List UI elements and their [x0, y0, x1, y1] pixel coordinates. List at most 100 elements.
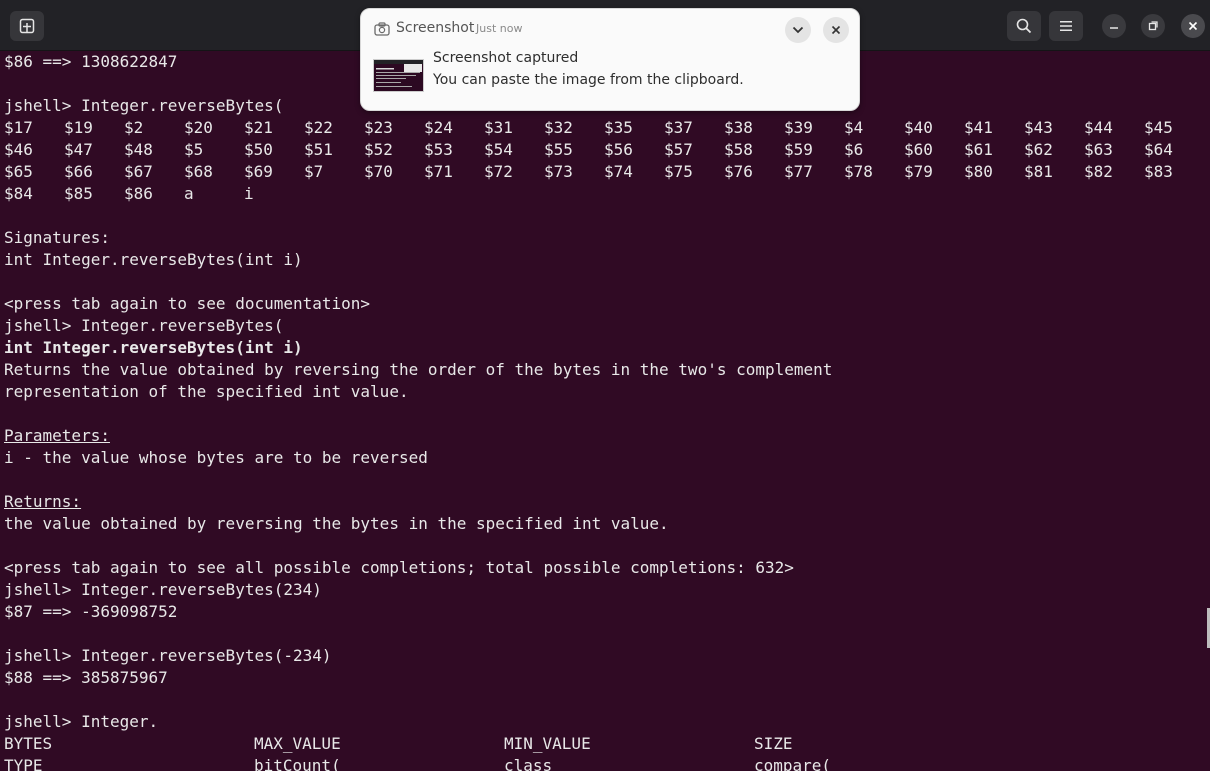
completion-item: $57: [664, 140, 693, 159]
completion-item: $67: [124, 162, 153, 181]
completion-item: $48: [124, 140, 153, 159]
notification-title: Screenshot captured: [433, 50, 579, 66]
completion-item: bitCount(: [254, 756, 341, 771]
completion-item: $63: [1084, 140, 1113, 159]
completion-item: a: [184, 184, 194, 203]
completion-item: $68: [184, 162, 213, 181]
completion-item: $43: [1024, 118, 1053, 137]
completion-item: $2: [124, 118, 144, 137]
completion-item: $44: [1084, 118, 1113, 137]
completion-item: compare(: [754, 756, 832, 771]
completion-item: $71: [424, 162, 453, 181]
completion-item: $40: [904, 118, 933, 137]
parameters-heading: Parameters:: [4, 426, 110, 445]
completion-item: $85: [64, 184, 93, 203]
completion-item: TYPE: [4, 756, 43, 771]
menu-button[interactable]: [1049, 11, 1083, 41]
completion-item: $62: [1024, 140, 1053, 159]
completion-item: $78: [844, 162, 873, 181]
completion-item: $21: [244, 118, 273, 137]
completion-item: $65: [4, 162, 33, 181]
notification-app-name: Screenshot: [396, 20, 475, 36]
hint-line: <press tab again to see documentation>: [4, 294, 371, 313]
completion-item: $17: [4, 118, 33, 137]
screenshot-notification[interactable]: Screenshot Just now Screenshot captured …: [360, 8, 860, 111]
completion-item: $75: [664, 162, 693, 181]
completion-item: $41: [964, 118, 993, 137]
completion-item: $6: [844, 140, 864, 159]
completion-item: $70: [364, 162, 393, 181]
completion-item: class: [504, 756, 553, 771]
completion-item: $86: [124, 184, 153, 203]
completion-item: $76: [724, 162, 753, 181]
completion-item: $54: [484, 140, 513, 159]
completion-item: $64: [1144, 140, 1173, 159]
completion-item: $37: [664, 118, 693, 137]
completion-item: i: [244, 184, 254, 203]
notification-body: You can paste the image from the clipboa…: [433, 72, 744, 88]
prompt-line: jshell> Integer.reverseBytes(: [4, 316, 284, 335]
completion-item: $82: [1084, 162, 1113, 181]
signatures-heading: Signatures:: [4, 228, 110, 247]
new-tab-button[interactable]: [10, 11, 44, 41]
completion-item: $4: [844, 118, 864, 137]
minimize-button[interactable]: [1102, 14, 1126, 38]
completion-item: $22: [304, 118, 333, 137]
completion-item: $19: [64, 118, 93, 137]
completion-item: $83: [1144, 162, 1173, 181]
completion-item: $38: [724, 118, 753, 137]
completion-item: $53: [424, 140, 453, 159]
completion-item: $58: [724, 140, 753, 159]
restore-icon: [1148, 21, 1158, 31]
completion-item: $55: [544, 140, 573, 159]
output-line: $87 ==> -369098752: [4, 602, 178, 621]
signature-line: int Integer.reverseBytes(int i): [4, 250, 303, 269]
prompt-line: jshell> Integer.reverseBytes(234): [4, 580, 322, 599]
search-icon: [1016, 18, 1032, 34]
hamburger-menu-icon: [1060, 21, 1072, 31]
terminal-output[interactable]: $86 ==> 1308622847 jshell> Integer.rever…: [0, 50, 1210, 771]
completion-item: $59: [784, 140, 813, 159]
doc-description: Returns the value obtained by reversing …: [4, 360, 833, 379]
completion-item: $32: [544, 118, 573, 137]
completion-item: $46: [4, 140, 33, 159]
expand-notification-button[interactable]: [785, 17, 811, 43]
doc-signature: int Integer.reverseBytes(int i): [4, 338, 303, 357]
completion-item: $31: [484, 118, 513, 137]
returns-description: the value obtained by reversing the byte…: [4, 514, 669, 533]
close-window-button[interactable]: [1181, 14, 1205, 38]
close-icon: [1188, 21, 1198, 31]
completion-item: $72: [484, 162, 513, 181]
completion-item: SIZE: [754, 734, 793, 753]
completion-item: $39: [784, 118, 813, 137]
prompt-line: jshell> Integer.: [4, 712, 159, 731]
doc-description: representation of the specified int valu…: [4, 382, 409, 401]
screenshot-thumbnail: [373, 59, 424, 92]
completion-item: MAX_VALUE: [254, 734, 341, 753]
completion-item: $60: [904, 140, 933, 159]
completion-item: MIN_VALUE: [504, 734, 591, 753]
completion-item: $45: [1144, 118, 1173, 137]
restore-button[interactable]: [1141, 14, 1165, 38]
prompt-line: jshell> Integer.reverseBytes(: [4, 96, 284, 115]
parameter-description: i - the value whose bytes are to be reve…: [4, 448, 428, 467]
completion-item: BYTES: [4, 734, 53, 753]
completion-item: $5: [184, 140, 204, 159]
search-button[interactable]: [1007, 11, 1041, 41]
completion-item: $79: [904, 162, 933, 181]
completion-item: $20: [184, 118, 213, 137]
completion-item: $69: [244, 162, 273, 181]
completion-item: $47: [64, 140, 93, 159]
completion-item: $51: [304, 140, 333, 159]
completion-item: $24: [424, 118, 453, 137]
output-line: $88 ==> 385875967: [4, 668, 168, 687]
completion-item: $56: [604, 140, 633, 159]
dismiss-notification-button[interactable]: [823, 17, 849, 43]
completion-item: $66: [64, 162, 93, 181]
completion-item: $50: [244, 140, 273, 159]
completion-item: $23: [364, 118, 393, 137]
new-tab-icon: [19, 18, 35, 34]
completion-item: $7: [304, 162, 324, 181]
notification-time: Just now: [476, 22, 523, 35]
returns-heading: Returns:: [4, 492, 82, 511]
